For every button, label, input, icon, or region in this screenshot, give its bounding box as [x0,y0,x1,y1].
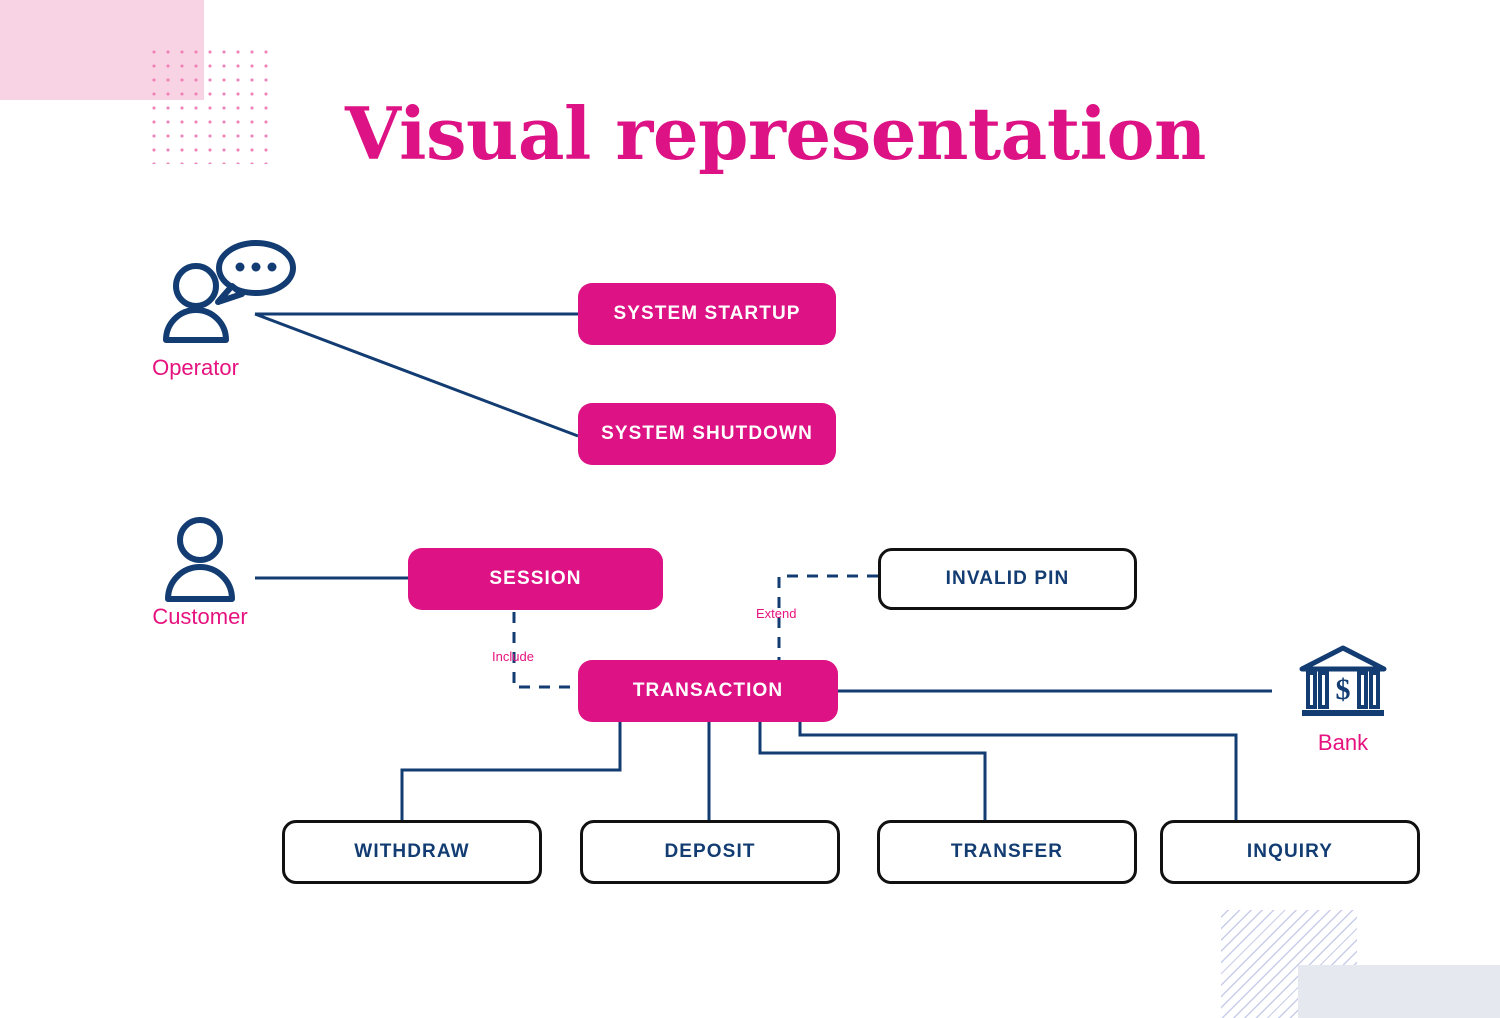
user-icon [165,517,235,602]
use-case-deposit[interactable]: DEPOSIT [580,820,840,884]
edge-transaction-inquiry [798,722,1238,822]
use-case-inquiry[interactable]: INQUIRY [1160,820,1420,884]
actor-operator[interactable] [160,236,300,346]
bank-building-icon: $ [1299,645,1387,716]
page-title: Visual representation [345,91,1206,176]
use-case-transaction[interactable]: TRANSACTION [578,660,838,722]
edge-operator-system-shutdown [254,312,579,438]
edge-label-include: Include [492,649,534,664]
edge-transaction-withdraw [400,722,622,822]
use-case-invalid-pin[interactable]: INVALID PIN [878,548,1137,610]
use-case-system-shutdown[interactable]: SYSTEM SHUTDOWN [578,403,836,465]
edge-transaction-transfer [758,722,987,822]
use-case-label: INQUIRY [1246,841,1334,862]
use-case-label: DEPOSIT [664,841,756,862]
use-case-system-startup[interactable]: SYSTEM STARTUP [578,283,836,345]
decorative-gray-rectangle [1298,965,1500,1018]
decorative-dot-grid [144,42,270,164]
use-case-session[interactable]: SESSION [408,548,663,610]
edge-label-extend: Extend [756,606,797,621]
use-case-withdraw[interactable]: WITHDRAW [282,820,542,884]
user-with-speech-bubble-icon [163,240,296,343]
use-case-label: WITHDRAW [354,841,470,862]
use-case-label: INVALID PIN [945,568,1070,589]
use-case-transfer[interactable]: TRANSFER [877,820,1137,884]
actor-customer-label: Customer [152,604,248,629]
use-case-label: TRANSACTION [632,680,784,701]
actor-operator-label: Operator [152,355,239,380]
actor-bank-label: Bank [1317,730,1369,755]
use-case-label: SYSTEM SHUTDOWN [601,423,813,444]
use-case-label: TRANSFER [950,841,1064,862]
use-case-label: SESSION [489,568,582,589]
slide-canvas: Visual representation Operator Customer … [0,0,1500,1018]
actor-customer[interactable] [155,514,245,604]
use-case-label: SYSTEM STARTUP [613,303,801,324]
actor-bank[interactable]: $ [1298,645,1388,723]
svg-text:$: $ [1336,673,1351,706]
